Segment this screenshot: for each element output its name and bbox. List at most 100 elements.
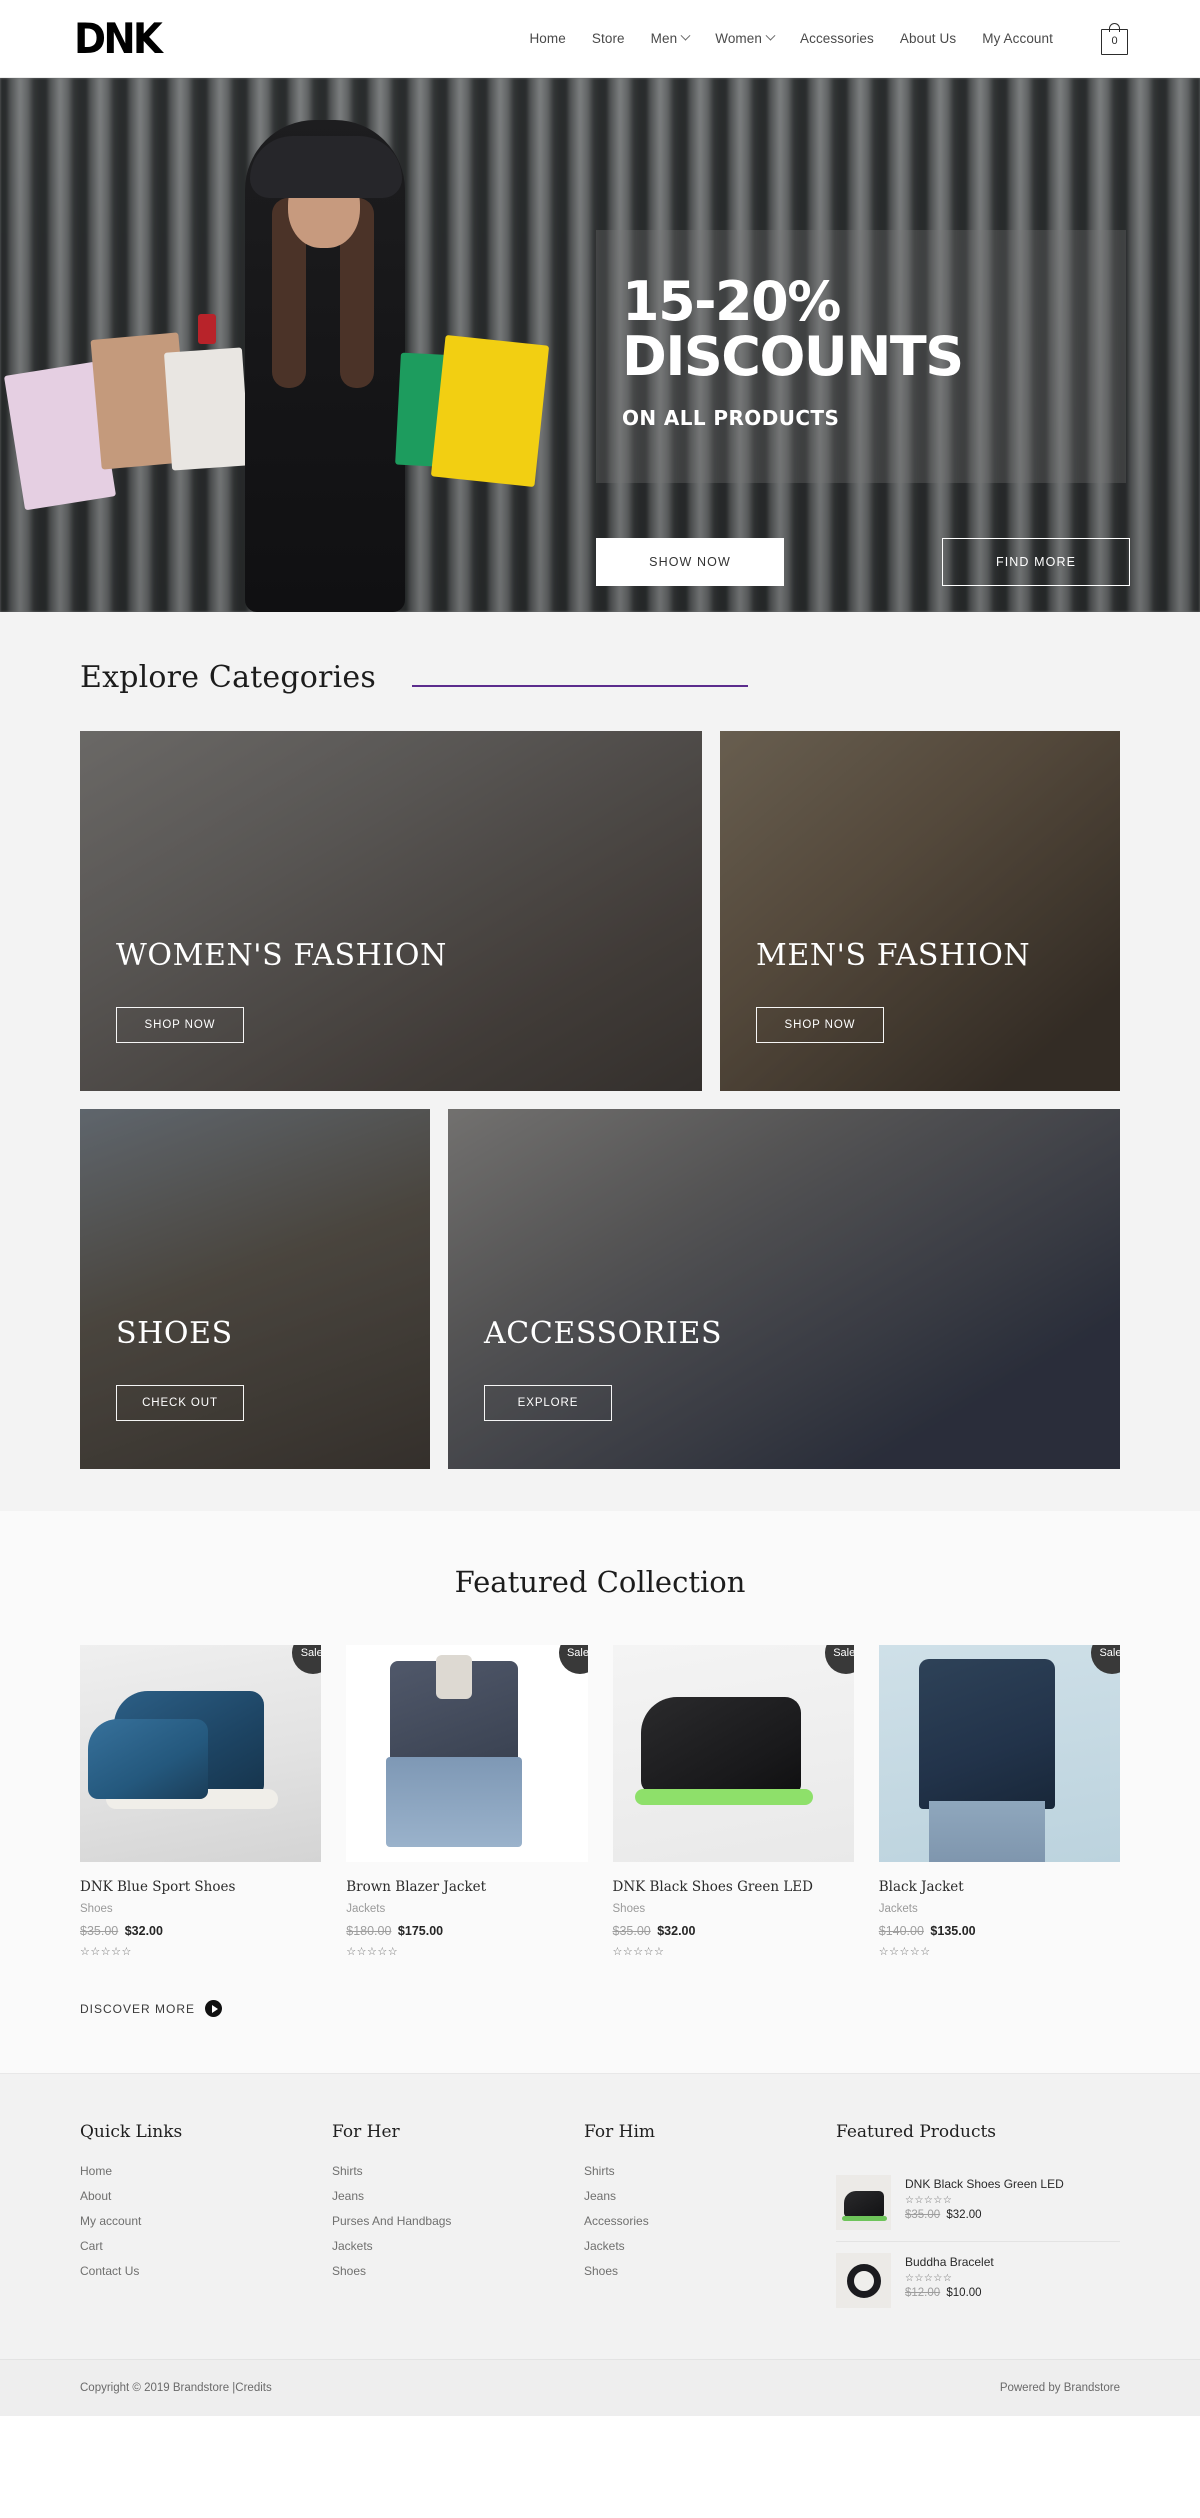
new-price: $32.00 [657, 1924, 696, 1938]
categories-row-bottom: SHOES CHECK OUT ACCESSORIES EXPLORE [80, 1109, 1120, 1469]
category-card-shoes[interactable]: SHOES CHECK OUT [80, 1109, 430, 1469]
product-name: DNK Black Shoes Green LED [612, 1879, 813, 1895]
category-card-womens-fashion[interactable]: WOMEN'S FASHION SHOP NOW [80, 731, 702, 1091]
nav-item-accessories[interactable]: Accessories [800, 31, 874, 46]
cart-count: 0 [1111, 35, 1118, 47]
footer-column-featured-products: Featured Products DNK Black Shoes Green … [836, 2122, 1120, 2319]
product-image: Sale! [612, 1645, 854, 1862]
footer-column-title: For Him [584, 2122, 656, 2142]
category-card-accessories[interactable]: ACCESSORIES EXPLORE [448, 1109, 1120, 1469]
bracelet-graphic [847, 2264, 881, 2298]
footer-link-her-shirts[interactable]: Shirts [332, 2164, 584, 2178]
category-label: ACCESSORIES [484, 1316, 723, 1351]
product-name: Brown Blazer Jacket [346, 1879, 487, 1895]
footer-link-her-jeans[interactable]: Jeans [332, 2189, 584, 2203]
copyright-bar: Copyright © 2019 Brandstore | Credits Po… [0, 2359, 1200, 2416]
footer-link-her-shoes[interactable]: Shoes [332, 2264, 584, 2278]
star-rating[interactable]: ☆☆☆☆☆ [905, 2195, 1064, 2206]
category-explore-button[interactable]: EXPLORE [484, 1385, 612, 1421]
nav-item-men[interactable]: Men [650, 30, 691, 46]
nav-label: Accessories [800, 31, 874, 46]
footer-link-her-purses[interactable]: Purses And Handbags [332, 2214, 584, 2228]
page-title: Explore Categories [80, 660, 376, 695]
product-card[interactable]: Sale! Brown Blazer Jacket Jackets $180.0… [346, 1645, 588, 1958]
footer-product-info: Buddha Bracelet ☆☆☆☆☆ $12.00 $10.00 [905, 2253, 994, 2308]
footer-column-for-her: For Her Shirts Jeans Purses And Handbags… [332, 2122, 584, 2319]
categories-row-top: WOMEN'S FASHION SHOP NOW MEN'S FASHION S… [80, 731, 1120, 1091]
product-card[interactable]: Sale! DNK Blue Sport Shoes Shoes $35.00 … [80, 1645, 322, 1958]
nav-item-about-us[interactable]: About Us [900, 31, 956, 46]
play-arrow-icon [205, 2000, 223, 2017]
product-image: Sale! [80, 1645, 322, 1862]
footer-link-him-jeans[interactable]: Jeans [584, 2189, 836, 2203]
footer-link-him-shoes[interactable]: Shoes [584, 2264, 836, 2278]
footer-link-my-account[interactable]: My account [80, 2214, 332, 2228]
show-now-button[interactable]: SHOW NOW [596, 538, 784, 586]
status-badge: Sale! [824, 1645, 854, 1674]
product-card[interactable]: Sale! DNK Black Shoes Green LED Shoes $3… [612, 1645, 854, 1958]
footer-link-home[interactable]: Home [80, 2164, 332, 2178]
chevron-down-icon [680, 30, 691, 41]
category-shop-now-button[interactable]: SHOP NOW [116, 1007, 244, 1043]
footer-link-about[interactable]: About [80, 2189, 332, 2203]
shoe-graphic [634, 1697, 813, 1805]
nav-label: Women [715, 31, 762, 46]
site-logo[interactable]: DNK [74, 17, 163, 60]
nav-item-women[interactable]: Women [715, 30, 776, 46]
category-shop-now-button[interactable]: SHOP NOW [756, 1007, 884, 1043]
nav-label: Men [650, 31, 678, 46]
nav-item-home[interactable]: Home [529, 31, 565, 46]
product-card[interactable]: Sale! Black Jacket Jackets $140.00 $135.… [878, 1645, 1120, 1958]
status-badge: Sale! [1091, 1645, 1120, 1674]
main-navigation: Home Store Men Women Accessories About U… [529, 22, 1128, 55]
product-category: Jackets [878, 1903, 918, 1915]
footer-link-her-jackets[interactable]: Jackets [332, 2239, 584, 2253]
product-image: Sale! [346, 1645, 588, 1862]
category-card-mens-fashion[interactable]: MEN'S FASHION SHOP NOW [720, 731, 1120, 1091]
hero-headline-line1: 15-20% [622, 270, 841, 333]
shopping-bag-icon[interactable]: 0 [1101, 22, 1128, 55]
new-price: $10.00 [946, 2287, 982, 2299]
hero-subheadline: ON ALL PRODUCTS [622, 406, 840, 431]
nav-label: My Account [982, 31, 1053, 46]
product-name: DNK Black Shoes Green LED [905, 2177, 1064, 2191]
footer-link-cart[interactable]: Cart [80, 2239, 332, 2253]
footer-product-item[interactable]: DNK Black Shoes Green LED ☆☆☆☆☆ $35.00 $… [836, 2164, 1120, 2241]
footer-link-him-shirts[interactable]: Shirts [584, 2164, 836, 2178]
nav-label: Home [529, 31, 566, 46]
find-more-button[interactable]: FIND MORE [942, 538, 1130, 586]
nav-item-my-account[interactable]: My Account [982, 31, 1053, 46]
credits-link[interactable]: Credits [235, 2382, 271, 2394]
nav-item-store[interactable]: Store [592, 31, 625, 46]
title-accent-rule [411, 685, 748, 687]
hero-buttons: SHOW NOW FIND MORE [596, 538, 1130, 586]
new-price: $32.00 [946, 2209, 982, 2221]
shopping-bag-decor [163, 347, 251, 471]
footer-link-him-accessories[interactable]: Accessories [584, 2214, 836, 2228]
star-rating[interactable]: ☆☆☆☆☆ [879, 1945, 1120, 1958]
model-hat [250, 136, 402, 198]
star-rating[interactable]: ☆☆☆☆☆ [346, 1945, 587, 1958]
footer-column-title: For Her [332, 2122, 400, 2142]
footer-product-item[interactable]: Buddha Bracelet ☆☆☆☆☆ $12.00 $10.00 [836, 2241, 1120, 2319]
footer-link-contact-us[interactable]: Contact Us [80, 2264, 332, 2278]
site-header: DNK Home Store Men Women Accessories Abo… [0, 0, 1200, 78]
star-rating[interactable]: ☆☆☆☆☆ [80, 1945, 321, 1958]
footer-column-for-him: For Him Shirts Jeans Accessories Jackets… [584, 2122, 836, 2319]
categories-grid: WOMEN'S FASHION SHOP NOW MEN'S FASHION S… [0, 731, 1200, 1469]
product-category: Shoes [80, 1903, 113, 1915]
discover-more-link[interactable]: DISCOVER MORE [0, 1958, 1200, 2017]
product-name: Black Jacket [878, 1879, 964, 1895]
status-badge: Sale! [292, 1645, 322, 1674]
category-label: MEN'S FASHION [756, 938, 1031, 973]
product-category: Jackets [346, 1903, 386, 1915]
footer-link-him-jackets[interactable]: Jackets [584, 2239, 836, 2253]
new-price: $135.00 [930, 1924, 976, 1938]
star-rating[interactable]: ☆☆☆☆☆ [905, 2273, 994, 2284]
featured-collection-section: Featured Collection Sale! DNK Blue Sport… [0, 1511, 1200, 2073]
category-label: WOMEN'S FASHION [116, 938, 447, 973]
category-check-out-button[interactable]: CHECK OUT [116, 1385, 244, 1421]
star-rating[interactable]: ☆☆☆☆☆ [613, 1945, 854, 1958]
old-price: $12.00 [905, 2287, 941, 2299]
site-footer: Quick Links Home About My account Cart C… [0, 2073, 1200, 2359]
